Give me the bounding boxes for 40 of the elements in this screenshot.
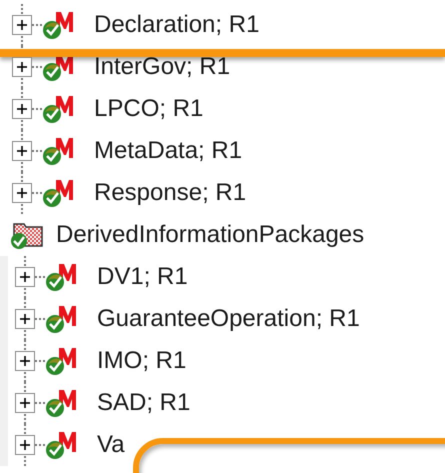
plus-icon xyxy=(16,61,28,73)
tree-item-label[interactable]: InterGov; R1 xyxy=(94,53,230,81)
model-check-icon xyxy=(45,304,77,334)
expand-toggle[interactable] xyxy=(12,141,32,161)
plus-icon xyxy=(16,19,28,31)
model-check-icon xyxy=(45,346,77,376)
model-check-icon xyxy=(42,136,74,166)
tree-item-label[interactable]: GuaranteeOperation; R1 xyxy=(97,305,360,333)
tree-folder-label[interactable]: DerivedInformationPackages xyxy=(56,221,364,249)
plus-icon xyxy=(16,187,28,199)
tree-item-label[interactable]: SAD; R1 xyxy=(97,389,190,417)
expand-toggle[interactable] xyxy=(15,309,35,329)
expand-toggle[interactable] xyxy=(15,393,35,413)
tree-item-label[interactable]: MetaData; R1 xyxy=(94,137,242,165)
model-check-icon xyxy=(42,10,74,40)
model-check-icon xyxy=(45,430,77,460)
model-check-icon xyxy=(42,94,74,124)
tree-item-label[interactable]: Declaration; R1 xyxy=(94,11,260,39)
expand-toggle[interactable] xyxy=(15,351,35,371)
plus-icon xyxy=(19,439,31,451)
tree-item-label[interactable]: Response; R1 xyxy=(94,179,246,207)
expand-toggle[interactable] xyxy=(12,57,32,77)
tree-item-label[interactable]: LPCO; R1 xyxy=(94,95,204,123)
tree-item-label[interactable]: DV1; R1 xyxy=(97,263,188,291)
expand-toggle[interactable] xyxy=(15,435,35,455)
plus-icon xyxy=(19,313,31,325)
tree-item-label[interactable]: Va xyxy=(97,431,125,459)
tree-item-label[interactable]: IMO; R1 xyxy=(97,347,186,375)
model-check-icon xyxy=(42,178,74,208)
plus-icon xyxy=(19,355,31,367)
expand-toggle[interactable] xyxy=(12,183,32,203)
expand-toggle[interactable] xyxy=(12,15,32,35)
expand-toggle[interactable] xyxy=(15,267,35,287)
plus-icon xyxy=(16,103,28,115)
plus-icon xyxy=(19,271,31,283)
plus-icon xyxy=(19,397,31,409)
model-check-icon xyxy=(45,388,77,418)
expand-toggle[interactable] xyxy=(12,99,32,119)
model-check-icon xyxy=(45,262,77,292)
plus-icon xyxy=(16,145,28,157)
